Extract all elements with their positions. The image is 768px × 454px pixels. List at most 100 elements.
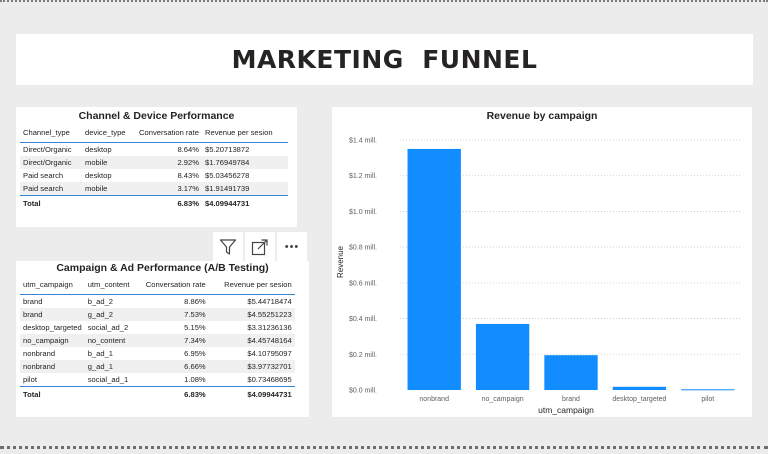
y-tick-label: $1.4 mill. <box>349 138 377 145</box>
table-cell: 8.43% <box>177 171 199 180</box>
column-header[interactable]: utm_campaign <box>20 274 85 295</box>
channel-table: Channel_type device_type Conversation ra… <box>20 122 288 211</box>
table-cell <box>82 195 134 211</box>
bar-no_campaign[interactable] <box>475 323 530 390</box>
table-cell: $4.09944731 <box>208 386 295 402</box>
table-cell: $4.45748164 <box>208 334 295 347</box>
revenue-by-campaign-chart[interactable]: Revenue by campaign Revenue utm_campaign… <box>332 107 752 417</box>
table-row: Direct/Organic mobile 2.92% $1.76949784 <box>20 156 288 169</box>
focus-mode-button[interactable] <box>245 232 275 261</box>
table-cell: g_ad_1 <box>84 360 139 373</box>
table-row: Paid search mobile 3.17% $1.91491739 <box>20 182 288 196</box>
visual-header-toolbar: ••• <box>213 232 307 261</box>
y-tick-label: $0.8 mill. <box>349 245 377 252</box>
channel-device-table-visual[interactable]: Channel & Device Performance Channel_typ… <box>16 107 297 227</box>
table-cell: 2.92% <box>134 156 202 169</box>
table-cell: brand <box>20 308 85 321</box>
table-cell: desktop <box>85 145 112 154</box>
table-cell: mobile <box>82 182 134 196</box>
dotted-border-top <box>0 0 768 2</box>
column-header[interactable]: Conversation rate <box>138 274 209 295</box>
table-cell: $4.10795097 <box>247 349 292 358</box>
table-row: Direct/Organic desktop 8.64% $5.20713872 <box>20 143 288 157</box>
table-cell: 6.83% <box>138 386 209 402</box>
y-tick-label: $1.2 mill. <box>349 173 377 180</box>
x-tick-label: desktop_targeted <box>612 396 666 403</box>
x-tick-label: nonbrand <box>419 396 449 403</box>
table-cell: 8.86% <box>184 297 206 306</box>
table-row: desktop_targeted social_ad_2 5.15% $3.31… <box>20 321 295 334</box>
table-header-row: utm_campaign utm_content Conversation ra… <box>20 274 295 295</box>
y-tick-label: $0.0 mill. <box>349 388 377 395</box>
table-cell: desktop <box>85 171 112 180</box>
table-cell: 8.64% <box>177 145 199 154</box>
table-cell: 5.15% <box>184 323 206 332</box>
y-tick-label: $0.4 mill. <box>349 316 377 323</box>
y-tick-label: $0.2 mill. <box>349 352 377 359</box>
table-row: brand b_ad_2 8.86% $5.44718474 <box>20 295 295 309</box>
bar-desktop_targeted[interactable] <box>612 386 667 390</box>
table-cell: Direct/Organic <box>23 145 72 154</box>
table-cell: 6.83% <box>134 195 202 211</box>
column-header[interactable]: Revenue per sesion <box>208 274 295 295</box>
table-cell: social_ad_1 <box>87 375 129 384</box>
table-cell: b_ad_1 <box>87 349 114 358</box>
table-cell: social_ad_2 <box>87 323 129 332</box>
table-row: brand g_ad_2 7.53% $4.55251223 <box>20 308 295 321</box>
table-cell: $3.97732701 <box>208 360 295 373</box>
table-cell: $5.03456278 <box>205 171 250 180</box>
table-cell: nonbrand <box>20 360 85 373</box>
table-cell: 7.34% <box>138 334 209 347</box>
table-cell: desktop_targeted <box>23 323 82 332</box>
chart-title: Revenue by campaign <box>487 110 598 122</box>
table-header-row: Channel_type device_type Conversation ra… <box>20 122 288 143</box>
title-card: MARKETING FUNNEL <box>16 34 753 85</box>
bar-brand[interactable] <box>544 355 598 390</box>
table-cell: pilot <box>23 375 37 384</box>
table-cell: g_ad_2 <box>84 308 139 321</box>
table-cell: Total <box>20 386 85 402</box>
table-total-row: Total 6.83% $4.09944731 <box>20 386 295 402</box>
column-header[interactable]: utm_content <box>84 274 139 295</box>
table-row: no_campaign no_content 7.34% $4.45748164 <box>20 334 295 347</box>
table-cell: $1.91491739 <box>202 182 288 196</box>
table-cell: brand <box>23 297 43 306</box>
bar-nonbrand[interactable] <box>407 148 461 390</box>
table-cell: Total <box>20 195 82 211</box>
table-cell: 6.95% <box>184 349 206 358</box>
y-axis-ticks: $0.0 mill. $0.2 mill. $0.4 mill. $0.6 mill.… <box>349 138 377 395</box>
table-total-row: Total 6.83% $4.09944731 <box>20 195 288 211</box>
table-cell: Paid search <box>20 182 82 196</box>
table-cell <box>84 386 139 402</box>
x-tick-label: pilot <box>701 396 714 403</box>
filter-button[interactable] <box>213 232 243 261</box>
y-tick-label: $1.0 mill. <box>349 209 377 216</box>
table-cell: $4.09944731 <box>202 195 288 211</box>
table-row: pilot social_ad_1 1.08% $0.73468695 <box>20 373 295 387</box>
column-header[interactable]: Revenue per sesion <box>202 122 288 143</box>
table-cell: $3.31236136 <box>247 323 292 332</box>
campaign-ad-table-visual[interactable]: Campaign & Ad Performance (A/B Testing) … <box>16 261 309 417</box>
more-options-button[interactable]: ••• <box>277 232 307 261</box>
column-header[interactable]: device_type <box>82 122 134 143</box>
chart-canvas: Revenue by campaign Revenue utm_campaign… <box>336 110 742 415</box>
table-cell: b_ad_2 <box>87 297 114 306</box>
column-header[interactable]: Channel_type <box>20 122 82 143</box>
focus-mode-icon <box>251 238 268 255</box>
table-cell: $0.73468695 <box>247 375 292 384</box>
more-options-icon: ••• <box>284 240 300 253</box>
table-cell: 6.66% <box>138 360 209 373</box>
dotted-border-bottom <box>0 446 768 449</box>
campaign-table: utm_campaign utm_content Conversation ra… <box>20 274 295 402</box>
table-cell: 3.17% <box>134 182 202 196</box>
table-cell: $5.44718474 <box>247 297 292 306</box>
column-header[interactable]: Conversation rate <box>134 122 202 143</box>
table-cell: $5.20713872 <box>205 145 250 154</box>
x-axis-ticks: nonbrand no_campaign brand desktop_targeted… <box>419 396 714 403</box>
table-cell: $1.76949784 <box>202 156 288 169</box>
filter-icon <box>219 238 237 255</box>
table-cell: Direct/Organic <box>20 156 82 169</box>
table-row: nonbrand g_ad_1 6.66% $3.97732701 <box>20 360 295 373</box>
table-cell: Paid search <box>23 171 64 180</box>
bar-pilot[interactable] <box>681 389 735 391</box>
